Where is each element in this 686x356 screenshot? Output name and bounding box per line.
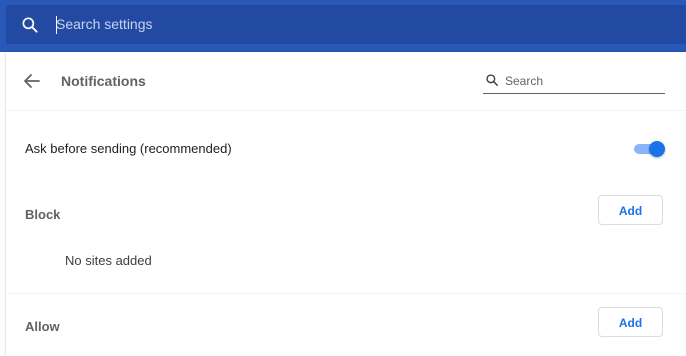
search-icon <box>486 74 499 87</box>
ask-before-sending-toggle[interactable] <box>632 140 666 158</box>
page-title: Notifications <box>61 73 146 89</box>
ask-before-sending-label: Ask before sending (recommended) <box>25 141 232 156</box>
add-block-site-button[interactable]: Add <box>598 195 663 225</box>
add-allow-site-button[interactable]: Add <box>598 307 663 337</box>
text-cursor <box>56 16 57 34</box>
divider <box>6 110 686 111</box>
search-settings-input[interactable] <box>56 11 456 37</box>
subpage-search-input[interactable] <box>505 72 655 90</box>
subpage-search-field[interactable] <box>483 69 665 94</box>
block-section-title: Block <box>25 207 61 222</box>
subpage-header: Notifications <box>6 52 686 110</box>
allow-section-title: Allow <box>25 319 60 334</box>
notifications-card: Notifications Ask before sending (recomm… <box>6 52 686 356</box>
toggle-knob <box>649 141 665 157</box>
back-arrow-icon[interactable] <box>20 69 44 93</box>
settings-toolbar <box>0 0 686 52</box>
search-settings-box[interactable] <box>6 5 686 44</box>
divider <box>6 293 686 294</box>
search-icon <box>22 17 38 33</box>
block-empty-text: No sites added <box>65 253 152 268</box>
